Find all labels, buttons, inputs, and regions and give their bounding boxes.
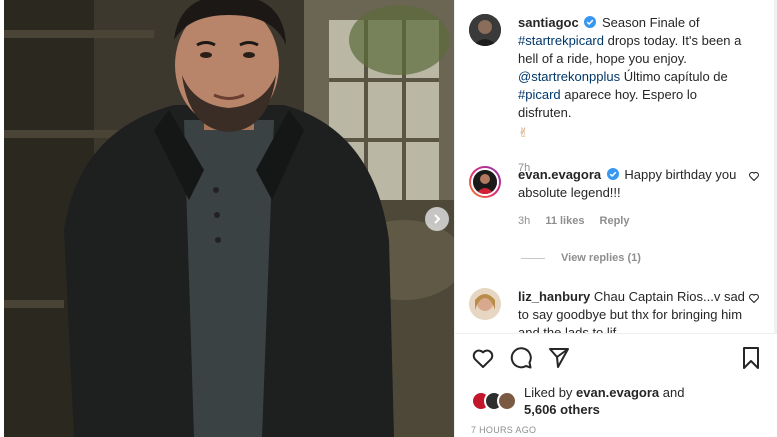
liker-avatars[interactable] [471, 391, 521, 411]
instagram-post-view: santiagoc Season Finale of #startrekpica… [0, 0, 777, 437]
post-actions-bar [471, 346, 763, 370]
comment-username[interactable]: evan.evagora [518, 167, 601, 182]
view-replies-label: View replies (1) [561, 252, 641, 264]
post-side-panel: santiagoc Season Finale of #startrekpica… [454, 0, 777, 437]
bookmark-icon[interactable] [739, 346, 763, 370]
mention-link[interactable]: @startrekonpplus [518, 69, 620, 84]
verified-badge-icon [606, 168, 619, 180]
comment-username[interactable]: liz_hanbury [518, 289, 590, 304]
avatar[interactable] [469, 288, 501, 320]
liked-by-and: and [659, 385, 685, 400]
caption-part: Season Finale of [601, 15, 700, 30]
liked-by-prefix: Liked by [524, 385, 577, 400]
verified-badge-icon [584, 16, 597, 28]
avatar[interactable] [469, 166, 501, 198]
caption-part: Último capítulo de [620, 69, 728, 84]
divider-line [521, 257, 545, 259]
caption-username[interactable]: santiagoc [518, 15, 579, 30]
share-icon[interactable] [547, 346, 571, 370]
actions-divider [455, 333, 777, 334]
liked-by-others[interactable]: 5,606 others [524, 402, 600, 417]
avatar [497, 391, 517, 411]
heart-icon[interactable] [748, 292, 760, 304]
comments-list[interactable]: santiagoc Season Finale of #startrekpica… [455, 0, 774, 333]
liked-by-text: Liked by evan.evagora and 5,606 others [524, 384, 684, 418]
comment-likes[interactable]: 11 likes [545, 215, 584, 227]
view-replies-button[interactable]: View replies (1) [521, 252, 641, 264]
liked-by-user[interactable]: evan.evagora [576, 385, 659, 400]
comment-time[interactable]: 3h [518, 215, 530, 227]
caption-text: santiagoc Season Finale of #startrekpica… [518, 14, 754, 175]
avatar[interactable] [469, 14, 501, 46]
heart-icon[interactable] [471, 346, 495, 370]
peace-emoji: ✌ [518, 126, 529, 141]
comment-text: liz_hanbury Chau Captain Rios...v sad to… [518, 288, 754, 333]
comment-item: evan.evagora Happy birthday you absolute… [469, 166, 760, 228]
carousel-next-button[interactable] [425, 207, 449, 231]
photo-illustration [4, 0, 454, 437]
post-caption: santiagoc Season Finale of #startrekpica… [469, 14, 760, 175]
commenter-avatar-image [473, 170, 497, 194]
comment-item: liz_hanbury Chau Captain Rios...v sad to… [469, 288, 760, 333]
author-avatar-image [469, 14, 501, 46]
post-timestamp[interactable]: 7 HOURS AGO [471, 425, 536, 435]
chevron-right-icon [434, 214, 441, 224]
commenter-avatar-image [469, 288, 501, 320]
reply-button[interactable]: Reply [600, 215, 630, 227]
liked-by-summary: Liked by evan.evagora and 5,606 others [471, 384, 684, 418]
heart-icon[interactable] [748, 170, 760, 182]
comment-icon[interactable] [509, 346, 533, 370]
comment-text: evan.evagora Happy birthday you absolute… [518, 166, 754, 228]
post-photo[interactable] [4, 0, 454, 437]
hashtag-link[interactable]: #startrekpicard [518, 33, 604, 48]
hashtag-link[interactable]: #picard [518, 87, 561, 102]
